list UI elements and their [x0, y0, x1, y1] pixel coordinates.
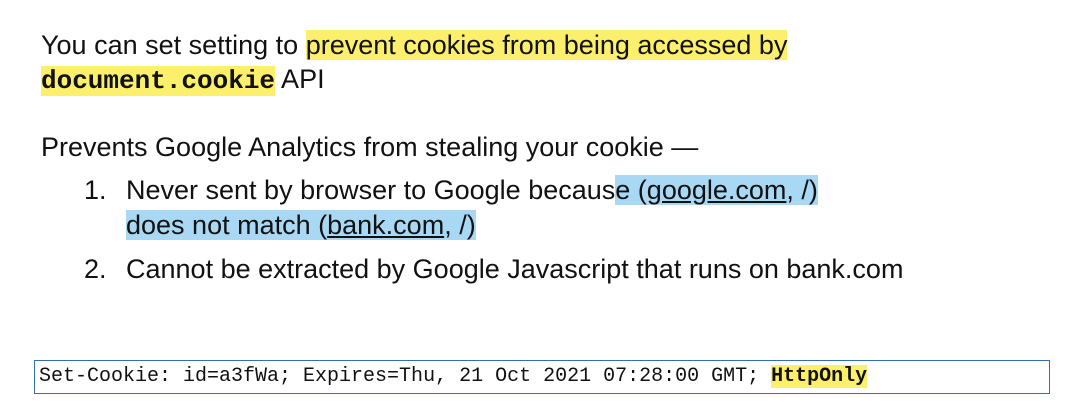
bank-link[interactable]: bank.com — [327, 210, 444, 240]
prevents-heading: Prevents Google Analytics from stealing … — [41, 132, 699, 162]
item1-highlight-1: e (google.com, /) — [615, 175, 818, 205]
google-link[interactable]: google.com — [647, 175, 787, 205]
intro-line-1: You can set setting to prevent cookies f… — [41, 28, 788, 62]
list-item-1-line-2: does not match (bank.com, /) — [126, 208, 476, 242]
list-item-2: Cannot be extracted by Google Javascript… — [126, 254, 904, 284]
list-item-1-line-1: Never sent by browser to Google because … — [126, 173, 818, 207]
intro-prefix: You can set setting to — [41, 30, 306, 60]
item1-hl-start: e — [615, 175, 638, 205]
item1-paren-2: ( — [318, 210, 328, 240]
item1-line2-pre: does not match — [126, 210, 319, 240]
httponly-flag: HttpOnly — [771, 365, 868, 388]
item1-link2-rest: , /) — [444, 210, 476, 240]
list-number-1: 1. — [84, 175, 107, 205]
set-cookie-header-box: Set-Cookie: id=a3fWa; Expires=Thu, 21 Oc… — [34, 360, 1050, 394]
item1-paren-1: ( — [637, 175, 647, 205]
item1-link1-rest: , /) — [786, 175, 818, 205]
set-cookie-text: Set-Cookie: id=a3fWa; Expires=Thu, 21 Oc… — [39, 365, 772, 388]
document-cookie-code: document.cookie — [41, 66, 276, 96]
item1-text: Never sent by browser to Google becaus — [126, 175, 616, 205]
intro-line-2: document.cookie API — [41, 62, 325, 98]
intro-suffix: API — [275, 64, 325, 94]
item1-highlight-2: does not match (bank.com, /) — [126, 210, 476, 240]
intro-highlight: prevent cookies from being accessed by — [305, 30, 788, 60]
list-number-2: 2. — [84, 254, 107, 284]
